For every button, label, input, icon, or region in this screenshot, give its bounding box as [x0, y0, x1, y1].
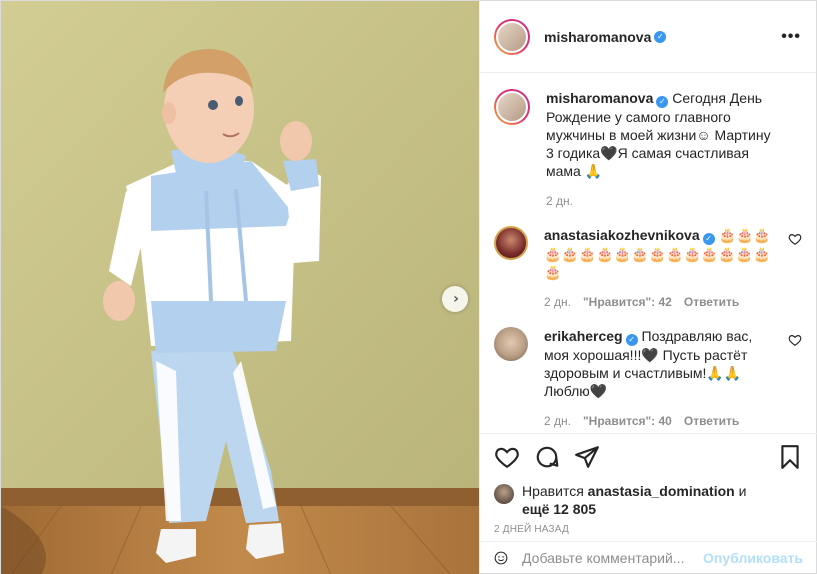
commenter-avatar[interactable] — [494, 327, 528, 361]
verified-icon: ✓ — [702, 233, 715, 245]
heart-icon[interactable] — [788, 232, 802, 246]
post-actions: Нравится anastasia_domination и ещё 12 8… — [480, 433, 817, 535]
verified-icon: ✓ — [656, 96, 669, 108]
caption-username[interactable]: misharomanova — [546, 90, 653, 106]
smile-icon[interactable] — [494, 546, 508, 570]
photo-illustration — [1, 1, 479, 574]
comment-username[interactable]: anastasiakozhevnikova — [544, 227, 700, 243]
post-photo[interactable]: › — [1, 1, 479, 574]
comment-row: anastasiakozhevnikova ✓ 🎂🎂🎂🎂🎂🎂🎂🎂🎂🎂🎂🎂🎂🎂🎂🎂🎂… — [494, 226, 802, 311]
comment-time[interactable]: 2 дн. — [544, 412, 571, 430]
like-heart-icon[interactable] — [494, 444, 520, 470]
comment-likes[interactable]: "Нравится": 40 — [583, 412, 672, 430]
reply-button[interactable]: Ответить — [684, 293, 739, 311]
likes-prefix: Нравится — [522, 483, 584, 499]
verified-icon: ✓ — [654, 30, 667, 43]
chevron-right-icon: › — [453, 291, 459, 307]
heart-icon[interactable] — [788, 333, 802, 347]
likes-summary: Нравится anastasia_domination и ещё 12 8… — [494, 482, 803, 518]
caption-time[interactable]: 2 дн. — [546, 192, 573, 210]
post-timestamp[interactable]: 2 ДНЕЙ НАЗАД — [494, 524, 803, 535]
likes-count[interactable]: ещё 12 805 — [522, 501, 596, 517]
commenter-avatar[interactable] — [494, 226, 528, 260]
author-avatar[interactable] — [494, 18, 530, 55]
comment-icon[interactable] — [534, 444, 560, 470]
likes-and: и — [738, 483, 747, 499]
comment-row: erikaherceg ✓ Поздравляю вас, моя хорошая… — [494, 327, 802, 430]
comments-list: misharomanova ✓ Сегодня День Рождение у с… — [480, 73, 816, 433]
comment-input[interactable] — [522, 550, 704, 566]
post-sidebar: misharomanova ✓ ••• misharomanova ✓ Сегод… — [479, 1, 817, 574]
liker-avatar[interactable] — [494, 484, 514, 504]
publish-button[interactable]: Опубликовать — [703, 550, 803, 566]
reply-button[interactable]: Ответить — [684, 412, 739, 430]
comment-likes[interactable]: "Нравится": 42 — [583, 293, 672, 311]
liker-username[interactable]: anastasia_domination — [588, 483, 735, 499]
caption-avatar[interactable] — [494, 89, 530, 125]
comment-username[interactable]: erikaherceg — [544, 328, 623, 344]
caption: misharomanova ✓ Сегодня День Рождение у с… — [494, 89, 802, 210]
share-icon[interactable] — [574, 444, 600, 470]
bookmark-icon[interactable] — [777, 444, 803, 470]
add-comment-bar: Опубликовать — [480, 541, 817, 574]
instagram-post: › misharomanova ✓ ••• misharomanova ✓ Сег… — [0, 0, 817, 574]
next-photo-button[interactable]: › — [442, 286, 468, 312]
post-header: misharomanova ✓ ••• — [480, 1, 816, 73]
more-options-icon[interactable]: ••• — [781, 28, 801, 46]
verified-icon: ✓ — [625, 334, 638, 346]
author-username[interactable]: misharomanova — [544, 29, 651, 45]
comment-time[interactable]: 2 дн. — [544, 293, 571, 311]
